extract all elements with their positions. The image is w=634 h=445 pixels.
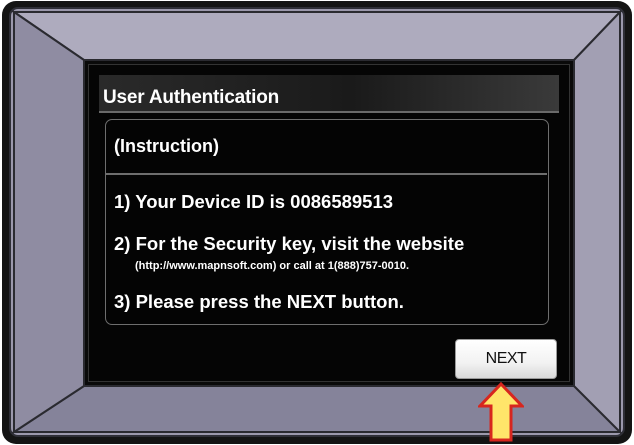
instruction-step-1: 1) Your Device ID is 0086589513	[114, 191, 394, 212]
up-arrow-icon	[478, 382, 524, 442]
title-bar: User Authentication	[99, 75, 559, 113]
instruction-step-2-detail: (http://www.mapnsoft.com) or call at 1(8…	[135, 260, 410, 272]
instruction-step-3: 3) Please press the NEXT button.	[114, 291, 404, 312]
dialog-title: User Authentication	[103, 87, 280, 108]
screen: User Authentication (Instruction) 1) You…	[88, 64, 570, 382]
instruction-heading: (Instruction)	[114, 136, 219, 156]
device-display: User Authentication (Instruction) 1) You…	[0, 0, 634, 445]
next-button[interactable]: NEXT	[455, 339, 557, 379]
instruction-panel: (Instruction) 1) Your Device ID is 00865…	[105, 119, 549, 325]
instruction-step-2: 2) For the Security key, visit the websi…	[114, 233, 465, 254]
panel-divider	[106, 173, 547, 175]
